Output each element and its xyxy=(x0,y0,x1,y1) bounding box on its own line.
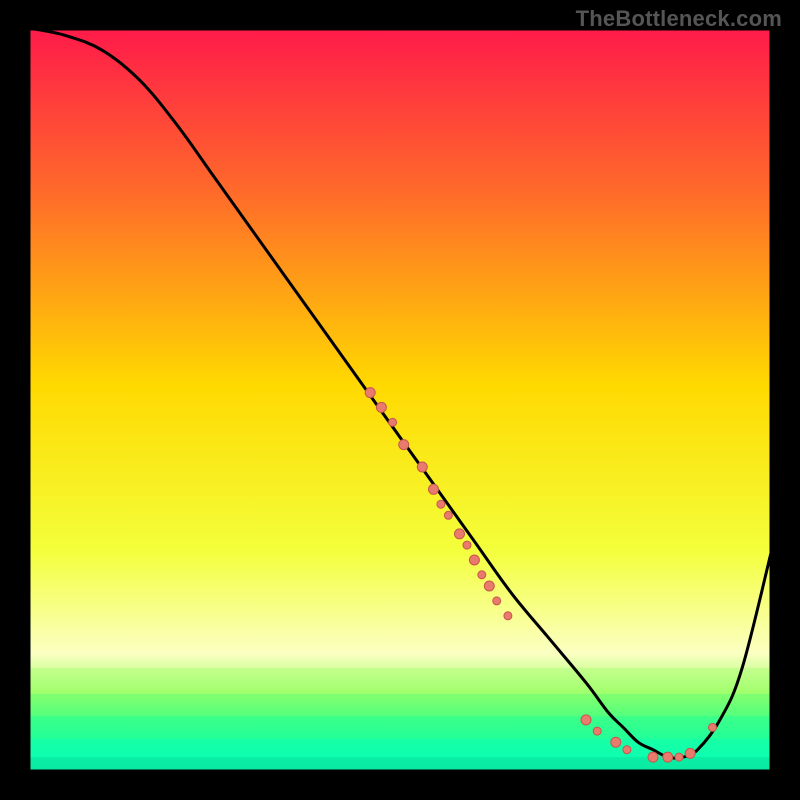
data-dot xyxy=(581,715,591,725)
data-dot xyxy=(399,440,409,450)
data-dot xyxy=(593,727,601,735)
chart-svg xyxy=(28,28,772,772)
data-dot xyxy=(504,612,512,620)
watermark-text: TheBottleneck.com xyxy=(576,6,782,32)
data-dot xyxy=(493,597,501,605)
data-dot xyxy=(484,581,494,591)
data-dot xyxy=(478,571,486,579)
data-dot xyxy=(455,529,465,539)
data-dot xyxy=(437,500,445,508)
data-dot xyxy=(611,737,621,747)
chart-container: TheBottleneck.com xyxy=(0,0,800,800)
data-dot xyxy=(389,418,397,426)
data-dot xyxy=(463,541,471,549)
green-band xyxy=(28,668,772,694)
data-dot xyxy=(685,748,695,758)
data-dot xyxy=(365,388,375,398)
green-band xyxy=(28,694,772,716)
plot-area xyxy=(28,28,772,772)
data-dot xyxy=(429,484,439,494)
green-band xyxy=(28,716,772,738)
data-dot xyxy=(469,555,479,565)
data-dot xyxy=(623,746,631,754)
gradient-background xyxy=(28,28,772,772)
data-dot xyxy=(376,402,386,412)
data-dot xyxy=(648,752,658,762)
data-dot xyxy=(709,723,717,731)
data-dot xyxy=(675,753,683,761)
data-dot xyxy=(663,752,673,762)
data-dot xyxy=(417,462,427,472)
data-dot xyxy=(444,511,452,519)
